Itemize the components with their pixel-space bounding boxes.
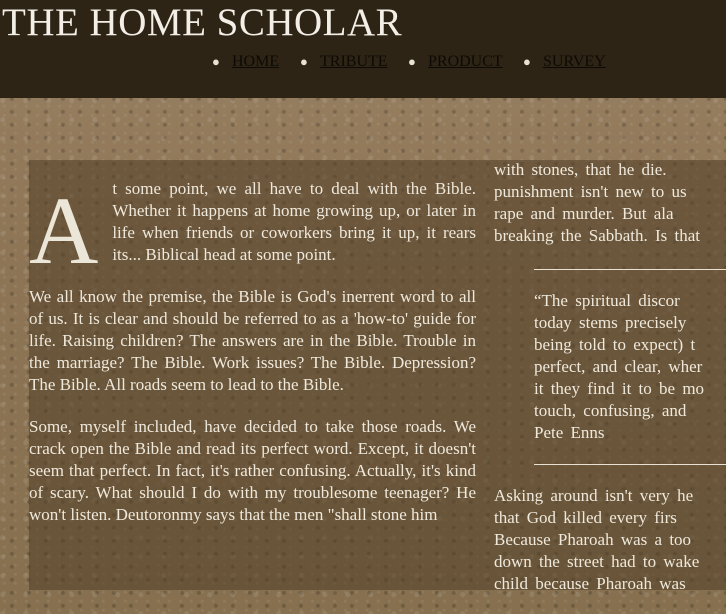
quote-line: being told to expect) t — [534, 335, 696, 354]
nav-link-survey[interactable]: SURVEY — [543, 53, 606, 71]
article-paragraph: We all know the premise, the Bible is Go… — [29, 287, 476, 394]
text-line: Asking around isn't very he — [494, 486, 694, 505]
article-column-right: with stones, that he die. punishment isn… — [494, 159, 726, 595]
text-line: that God killed every firs — [494, 508, 677, 527]
text-line: child because Pharoah was — [494, 574, 686, 593]
article-paragraph: Some, myself included, have decided to t… — [29, 417, 476, 524]
nav-item-product: ● PRODUCT — [404, 53, 519, 71]
article-column-left: A t some point, we all have to deal with… — [29, 178, 476, 526]
bullet-icon: ● — [408, 54, 416, 69]
quote-line: touch, confusing, and — [534, 401, 687, 420]
site-title: THE HOME SCHOLAR — [2, 1, 403, 44]
main-nav: ● HOME ● TRIBUTE ● PRODUCT ● SURVEY — [208, 53, 619, 71]
bullet-icon: ● — [212, 54, 220, 69]
nav-item-home: ● HOME — [208, 53, 296, 71]
quote-line: “The spiritual discor — [534, 291, 680, 310]
quote-line: perfect, and clear, wher — [534, 357, 703, 376]
text-line: down the street had to wake — [494, 552, 700, 571]
bullet-icon: ● — [300, 54, 308, 69]
nav-link-home[interactable]: HOME — [232, 53, 279, 71]
quote-line: today stems precisely — [534, 313, 687, 332]
text-line: punishment isn't new to us — [494, 182, 687, 201]
quote-author: Pete Enns — [534, 423, 605, 442]
text-line: rape and murder. But ala — [494, 204, 674, 223]
bullet-icon: ● — [523, 54, 531, 69]
nav-item-tribute: ● TRIBUTE — [296, 53, 404, 71]
text-line: with stones, that he die. — [494, 160, 667, 179]
drop-cap: A — [29, 177, 99, 284]
quote-line: it they find it to be mo — [534, 379, 705, 398]
nav-item-survey: ● SURVEY — [519, 53, 619, 71]
pull-quote: “The spiritual discor today stems precis… — [534, 290, 726, 444]
nav-link-tribute[interactable]: TRIBUTE — [320, 53, 388, 71]
text-line: Because Pharoah was a too — [494, 530, 692, 549]
text-line: breaking the Sabbath. Is that — [494, 226, 701, 245]
nav-link-product[interactable]: PRODUCT — [428, 53, 503, 71]
site-header: THE HOME SCHOLAR ● HOME ● TRIBUTE ● PROD… — [0, 0, 726, 98]
